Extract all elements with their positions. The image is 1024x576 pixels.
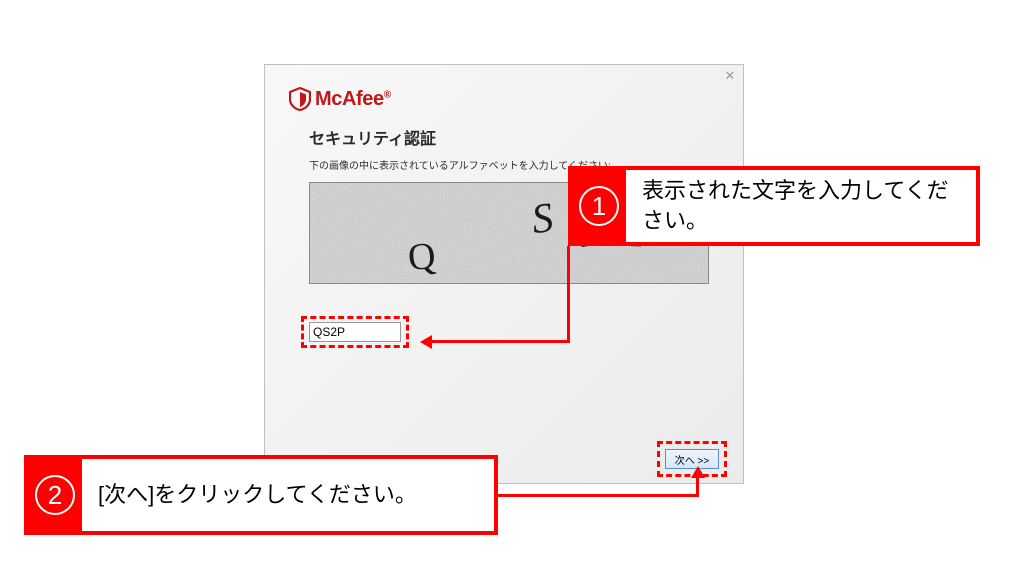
callout-number-badge: 2 — [28, 459, 82, 531]
security-verification-dialog: ✕ McAfee® セキュリティ認証 下の画像の中に表示されているアルファベット… — [264, 64, 744, 484]
callout-text: [次へ]をクリックしてください。 — [82, 459, 433, 531]
next-button[interactable]: 次へ >> — [665, 449, 719, 469]
callout-step-1: 1 表示された文字を入力してください。 — [568, 166, 980, 246]
callout-text: 表示された文字を入力してください。 — [626, 170, 976, 242]
brand-name: McAfee® — [315, 88, 391, 111]
shield-icon — [289, 87, 311, 111]
titlebar[interactable] — [265, 65, 743, 87]
dialog-heading: セキュリティ認証 — [309, 125, 719, 149]
captcha-input[interactable] — [309, 322, 401, 342]
callout-step-2: 2 [次へ]をクリックしてください。 — [24, 455, 498, 535]
close-icon[interactable]: ✕ — [721, 67, 739, 85]
connector-line — [498, 494, 698, 497]
callout-number-badge: 1 — [572, 170, 626, 242]
captcha-char: Q — [406, 234, 437, 280]
brand-logo: McAfee® — [265, 87, 743, 111]
